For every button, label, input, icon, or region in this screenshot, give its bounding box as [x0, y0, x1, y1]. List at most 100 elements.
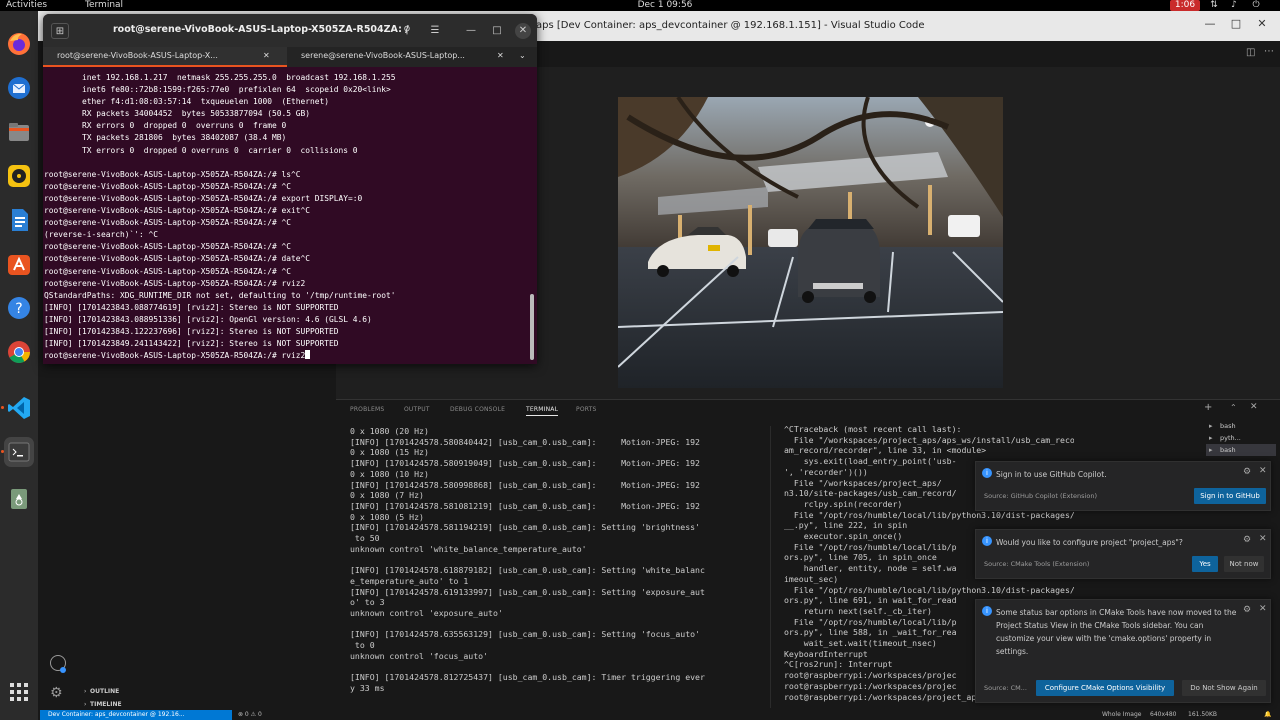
chevron-right-icon[interactable]: ›: [84, 701, 86, 708]
notification-gear-icon[interactable]: ⚙: [1243, 467, 1251, 477]
notification-gear-icon[interactable]: ⚙: [1243, 535, 1251, 545]
image-preview: [618, 97, 1003, 388]
running-indicator: [1, 406, 4, 409]
volume-icon[interactable]: ♪: [1228, 0, 1240, 11]
outline-section[interactable]: OUTLINE: [90, 688, 119, 695]
tab-close-icon[interactable]: ✕: [497, 51, 504, 60]
terminal-output[interactable]: inet 192.168.1.217 netmask 255.255.255.0…: [44, 72, 524, 364]
menu-icon[interactable]: ☰: [427, 23, 443, 39]
terminal-output-left[interactable]: 0 x 1080 (20 Hz) [INFO] [1701424578.5808…: [350, 426, 752, 706]
maximize-icon[interactable]: □: [489, 23, 505, 39]
minimize-icon[interactable]: —: [1202, 17, 1218, 33]
tab-close-icon[interactable]: ✕: [263, 51, 270, 60]
notification-message: Would you like to configure project "pro…: [996, 538, 1183, 547]
network-icon[interactable]: ⇅: [1208, 0, 1220, 11]
status-image-mode[interactable]: Whole Image: [1102, 710, 1141, 720]
terminal-tab-bar: root@serene-VivoBook-ASUS-Laptop-X... ✕ …: [43, 47, 537, 67]
remote-indicator[interactable]: Dev Container: aps_devcontainer @ 192.16…: [40, 710, 232, 720]
status-image-size: 640x480: [1150, 711, 1177, 718]
close-panel-icon[interactable]: ✕: [1250, 402, 1258, 412]
more-actions-icon[interactable]: ⋯: [1264, 46, 1274, 57]
vscode-title: aps [Dev Container: aps_devcontainer @ 1…: [536, 20, 925, 31]
power-icon[interactable]: ⏻: [1250, 0, 1262, 11]
timeline-section[interactable]: TIMELINE: [90, 701, 122, 708]
tab-terminal[interactable]: TERMINAL: [526, 406, 559, 416]
info-icon: i: [982, 606, 992, 616]
notification-source: Source: CM...: [984, 684, 1027, 692]
dock: ?: [0, 11, 38, 720]
new-terminal-icon[interactable]: +: [1204, 402, 1212, 413]
rhythmbox-icon[interactable]: [4, 161, 34, 191]
terminal-window: ⊞ root@serene-VivoBook-ASUS-Laptop-X505Z…: [43, 14, 537, 364]
terminal-header-bar: ⊞ root@serene-VivoBook-ASUS-Laptop-X505Z…: [43, 14, 537, 47]
terminal-cursor: [305, 350, 311, 360]
terminal-tab-label[interactable]: serene@serene-VivoBook-ASUS-Laptop...: [301, 51, 465, 60]
top-bar: Activities Terminal Dec 1 09:56 1:06 ⇅ ♪…: [0, 0, 1280, 11]
terminal-tab-bash[interactable]: ▸ bash: [1206, 444, 1276, 456]
maximize-icon[interactable]: □: [1228, 17, 1244, 33]
maximize-panel-icon[interactable]: ⌃: [1230, 403, 1237, 412]
svg-text:?: ?: [15, 301, 22, 317]
vscode-icon[interactable]: [4, 393, 34, 423]
files-icon[interactable]: [4, 117, 34, 147]
clock[interactable]: Dec 1 09:56: [620, 0, 710, 11]
errors-icon[interactable]: ⊗ 0 ⚠ 0: [238, 710, 262, 720]
chevron-down-icon[interactable]: ⌄: [519, 51, 526, 60]
writer-icon[interactable]: [4, 205, 34, 235]
notification-source: Source: GitHub Copilot (Extension): [984, 492, 1097, 500]
running-indicator: [1, 450, 4, 453]
new-tab-icon[interactable]: ⊞: [51, 23, 69, 39]
trash-icon[interactable]: [4, 483, 34, 513]
app-menu-label[interactable]: Terminal: [85, 0, 123, 11]
help-icon[interactable]: ?: [4, 293, 34, 323]
tab-problems[interactable]: PROBLEMS: [350, 406, 384, 413]
firefox-icon[interactable]: [4, 29, 34, 59]
notification-gear-icon[interactable]: ⚙: [1243, 605, 1251, 615]
split-editor-icon[interactable]: ◫: [1246, 47, 1255, 58]
notifications-bell-icon[interactable]: 🔔: [1264, 710, 1271, 720]
recording-indicator[interactable]: 1:06: [1170, 0, 1200, 11]
terminal-title: root@serene-VivoBook-ASUS-Laptop-X505ZA-…: [113, 24, 409, 35]
minimize-icon[interactable]: —: [463, 23, 479, 39]
close-icon[interactable]: ✕: [515, 23, 531, 39]
close-icon[interactable]: ✕: [1254, 17, 1270, 33]
notification-close-icon[interactable]: ✕: [1259, 466, 1267, 476]
tab-output[interactable]: OUTPUT: [404, 406, 430, 413]
terminal-tab-bash[interactable]: ▸ bash: [1206, 420, 1276, 432]
chrome-icon[interactable]: [4, 337, 34, 367]
app-grid-icon[interactable]: [4, 677, 34, 707]
sign-in-github-button[interactable]: Sign in to GitHub: [1194, 488, 1266, 504]
terminal-icon: ▸: [1209, 434, 1213, 442]
terminal-tab-python[interactable]: ▸ pyth...: [1206, 432, 1276, 444]
status-bar: Dev Container: aps_devcontainer @ 192.16…: [38, 710, 1280, 720]
terminal-scrollbar[interactable]: [530, 294, 534, 360]
notification-close-icon[interactable]: ✕: [1259, 534, 1267, 544]
terminal-tab-label[interactable]: root@serene-VivoBook-ASUS-Laptop-X...: [57, 51, 218, 60]
explorer-sidebar: › OUTLINE › TIMELINE: [78, 361, 336, 710]
split-divider[interactable]: [770, 426, 771, 708]
parking-lot-photo: [618, 97, 1003, 388]
notification-source: Source: CMake Tools (Extension): [984, 560, 1090, 568]
tab-ports[interactable]: PORTS: [576, 406, 597, 413]
info-icon: i: [982, 536, 992, 546]
manage-gear-icon[interactable]: ⚙: [50, 685, 63, 701]
terminal-icon[interactable]: [4, 437, 34, 467]
configure-cmake-options-button[interactable]: Configure CMake Options Visibility: [1036, 680, 1174, 696]
not-now-button[interactable]: Not now: [1224, 556, 1264, 572]
app-center-icon[interactable]: [4, 249, 34, 279]
search-icon[interactable]: ⚲: [399, 23, 415, 39]
cmake-configure-notification: i Would you like to configure project "p…: [975, 529, 1271, 579]
terminal-icon: ▸: [1209, 422, 1213, 430]
terminal-icon: ▸: [1209, 446, 1213, 454]
do-not-show-again-button[interactable]: Do Not Show Again: [1182, 680, 1266, 696]
tab-debug-console[interactable]: DEBUG CONSOLE: [450, 406, 505, 413]
yes-button[interactable]: Yes: [1192, 556, 1218, 572]
info-icon: i: [982, 468, 992, 478]
notification-message: Some status bar options in CMake Tools h…: [996, 608, 1237, 656]
notification-close-icon[interactable]: ✕: [1259, 604, 1267, 614]
terminal-output-text: inet 192.168.1.217 netmask 255.255.255.0…: [44, 73, 396, 361]
chevron-right-icon[interactable]: ›: [84, 688, 86, 695]
activities-button[interactable]: Activities: [6, 0, 47, 11]
thunderbird-icon[interactable]: [4, 73, 34, 103]
cmake-status-notification: i Some status bar options in CMake Tools…: [975, 599, 1271, 703]
